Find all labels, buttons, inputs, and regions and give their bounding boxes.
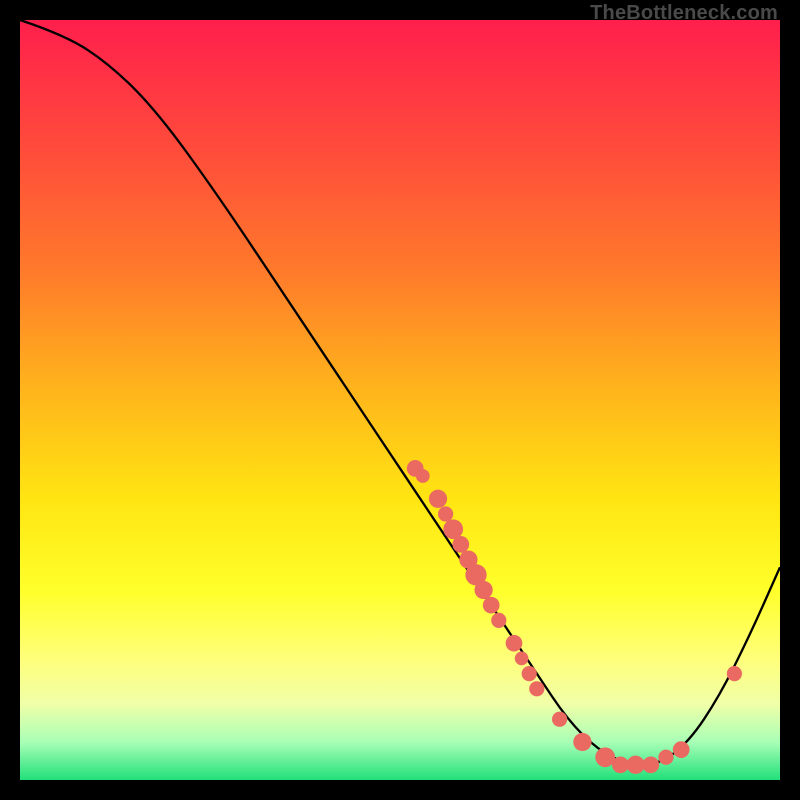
data-point [612,756,629,773]
data-point [515,652,529,666]
data-point [522,666,537,681]
curve-layer [20,20,780,780]
attribution-label: TheBottleneck.com [590,2,778,25]
data-point [416,469,430,483]
plot-area [20,20,780,780]
data-point [429,490,447,508]
chart-stage: TheBottleneck.com [0,0,800,800]
data-point [626,756,644,774]
data-point [506,635,523,652]
data-point [529,681,544,696]
data-point [642,756,659,773]
data-point [483,597,500,614]
bottleneck-curve [20,20,780,765]
data-point [658,750,673,765]
data-point [491,613,506,628]
data-point [438,506,453,521]
data-point [474,581,492,599]
data-point [452,536,469,553]
data-point [673,741,690,758]
data-point [727,666,742,681]
data-point [573,733,591,751]
data-point [552,712,567,727]
